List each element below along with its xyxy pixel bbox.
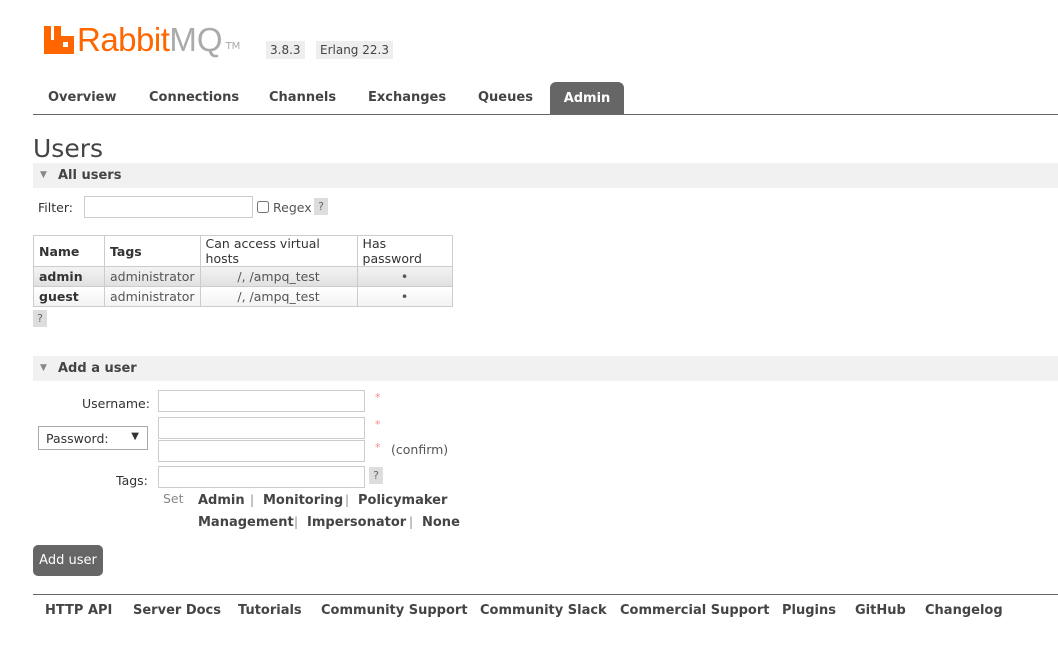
section-title: All users bbox=[58, 168, 122, 183]
tab-connections[interactable]: Connections bbox=[149, 90, 239, 105]
tab-admin[interactable]: Admin bbox=[550, 82, 624, 114]
collapse-triangle-icon: ▼ bbox=[40, 363, 47, 373]
table-row[interactable]: admin administrator /, /ampq_test • bbox=[33, 266, 453, 287]
version-badge: 3.8.3 bbox=[266, 41, 305, 59]
username-label: Username: bbox=[82, 396, 150, 411]
regex-checkbox[interactable] bbox=[257, 201, 269, 213]
confirm-label: (confirm) bbox=[391, 442, 449, 457]
erlang-badge: Erlang 22.3 bbox=[316, 41, 393, 59]
separator: | bbox=[409, 515, 414, 529]
password-type-select[interactable]: Password: ▼ bbox=[38, 426, 148, 450]
footer-divider bbox=[33, 594, 1058, 595]
tag-admin-link[interactable]: Admin bbox=[198, 493, 245, 508]
section-title: Add a user bbox=[58, 361, 137, 376]
tag-impersonator-link[interactable]: Impersonator bbox=[307, 515, 406, 530]
table-help-button[interactable]: ? bbox=[33, 310, 47, 327]
user-has-password: • bbox=[356, 266, 453, 287]
dropdown-arrow-icon: ▼ bbox=[131, 431, 139, 442]
col-vhosts: Can access virtual hosts bbox=[199, 235, 358, 267]
tab-queues[interactable]: Queues bbox=[478, 90, 533, 105]
footer-link-github[interactable]: GitHub bbox=[855, 603, 906, 618]
rabbit-logo-icon bbox=[44, 26, 74, 54]
filter-input[interactable] bbox=[84, 196, 253, 218]
page-title: Users bbox=[33, 134, 104, 163]
logo-tm: TM bbox=[225, 41, 241, 52]
user-vhosts: /, /ampq_test bbox=[199, 266, 358, 287]
all-users-section-header[interactable]: ▼ All users bbox=[33, 163, 1058, 188]
password-input[interactable] bbox=[158, 417, 365, 439]
logo-mq: MQ bbox=[169, 21, 223, 58]
col-name: Name bbox=[33, 235, 105, 267]
tag-monitoring-link[interactable]: Monitoring bbox=[263, 493, 343, 508]
footer-link-commercial-support[interactable]: Commercial Support bbox=[620, 603, 770, 618]
collapse-triangle-icon: ▼ bbox=[40, 170, 47, 180]
tab-overview[interactable]: Overview bbox=[48, 90, 117, 105]
user-has-password: • bbox=[356, 286, 453, 307]
tag-policymaker-link[interactable]: Policymaker bbox=[358, 493, 447, 508]
set-label: Set bbox=[163, 491, 184, 506]
separator: | bbox=[294, 515, 299, 529]
user-vhosts: /, /ampq_test bbox=[199, 286, 358, 307]
footer-link-server-docs[interactable]: Server Docs bbox=[133, 603, 221, 618]
col-tags: Tags bbox=[104, 235, 201, 267]
table-row[interactable]: guest administrator /, /ampq_test • bbox=[33, 286, 453, 307]
filter-help-button[interactable]: ? bbox=[314, 198, 328, 215]
tags-label: Tags: bbox=[116, 473, 148, 488]
users-table: Name Tags Can access virtual hosts Has p… bbox=[33, 235, 453, 307]
username-input[interactable] bbox=[158, 390, 365, 412]
add-user-section-header[interactable]: ▼ Add a user bbox=[33, 356, 1058, 381]
separator: | bbox=[250, 493, 255, 507]
filter-label: Filter: bbox=[38, 200, 73, 215]
footer-link-plugins[interactable]: Plugins bbox=[782, 603, 836, 618]
logo-text: Rabbit bbox=[77, 21, 170, 58]
tag-none-link[interactable]: None bbox=[422, 515, 460, 530]
table-header-row: Name Tags Can access virtual hosts Has p… bbox=[33, 235, 453, 267]
tab-exchanges[interactable]: Exchanges bbox=[368, 90, 446, 105]
add-user-button[interactable]: Add user bbox=[33, 545, 103, 576]
col-has-password: Has password bbox=[356, 235, 453, 267]
footer-link-tutorials[interactable]: Tutorials bbox=[238, 603, 302, 618]
user-name-link[interactable]: guest bbox=[33, 286, 105, 307]
required-marker: * bbox=[375, 441, 381, 454]
tag-management-link[interactable]: Management bbox=[198, 515, 294, 530]
separator: | bbox=[345, 493, 350, 507]
footer-link-changelog[interactable]: Changelog bbox=[925, 603, 1003, 618]
required-marker: * bbox=[375, 418, 381, 431]
tags-input[interactable] bbox=[158, 466, 365, 488]
password-confirm-input[interactable] bbox=[158, 440, 365, 462]
user-name-link[interactable]: admin bbox=[33, 266, 105, 287]
footer-link-http-api[interactable]: HTTP API bbox=[45, 603, 112, 618]
user-tags: administrator bbox=[104, 266, 201, 287]
tab-channels[interactable]: Channels bbox=[269, 90, 336, 105]
footer-link-community-slack[interactable]: Community Slack bbox=[480, 603, 607, 618]
user-tags: administrator bbox=[104, 286, 201, 307]
regex-label: Regex bbox=[273, 200, 312, 215]
rabbitmq-logo: Rabbit MQ TM bbox=[44, 22, 240, 58]
select-value: Password: bbox=[46, 431, 109, 446]
footer-link-community-support[interactable]: Community Support bbox=[321, 603, 468, 618]
tags-help-button[interactable]: ? bbox=[369, 467, 383, 484]
required-marker: * bbox=[375, 391, 381, 404]
nav-divider bbox=[33, 114, 1058, 115]
